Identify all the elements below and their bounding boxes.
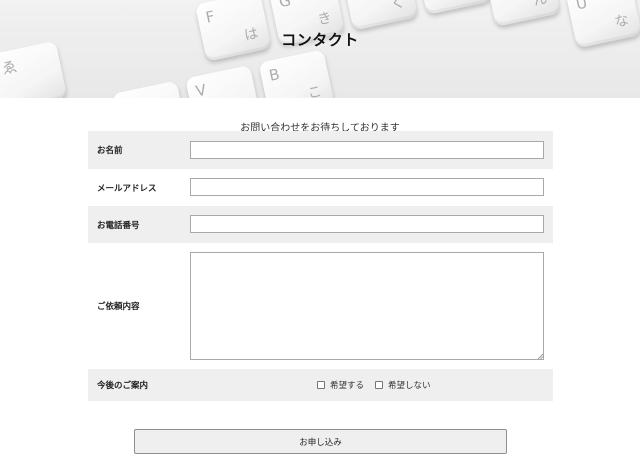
option-yes[interactable]: 希望する	[317, 379, 364, 391]
request-label: ご依頼内容	[97, 302, 140, 312]
form-row-newsletter: 今後のご案内 希望する 希望しない	[88, 369, 553, 401]
submit-button[interactable]: お申し込み	[134, 429, 507, 454]
hero-banner: ゑ Fは Gき Hく Jま Cそ Vひ Bこ Yん Uな か やゃ 英数 コンタ…	[0, 0, 640, 98]
phone-label: お電話番号	[97, 220, 140, 231]
option-no-label: 希望しない	[388, 381, 431, 391]
form-row-email: メールアドレス	[88, 169, 553, 206]
request-textarea[interactable]	[190, 252, 544, 360]
form-row-request: ご依頼内容	[88, 243, 553, 369]
resize-handle-icon[interactable]	[537, 353, 543, 359]
newsletter-label: 今後のご案内	[97, 381, 149, 391]
name-label: お名前	[97, 146, 123, 156]
email-label: メールアドレス	[97, 183, 157, 194]
form-row-name: お名前	[88, 131, 553, 169]
form-row-phone: お電話番号	[88, 206, 553, 243]
checkbox-yes[interactable]	[317, 381, 325, 389]
option-yes-label: 希望する	[330, 381, 365, 391]
checkbox-no[interactable]	[375, 381, 384, 389]
phone-input[interactable]	[190, 215, 544, 233]
newsletter-options: 希望する 希望しない	[317, 379, 442, 391]
option-no[interactable]: 希望しない	[375, 379, 431, 391]
name-input[interactable]	[190, 141, 544, 159]
page-title: コンタクト	[281, 31, 359, 49]
email-input[interactable]	[190, 178, 544, 196]
